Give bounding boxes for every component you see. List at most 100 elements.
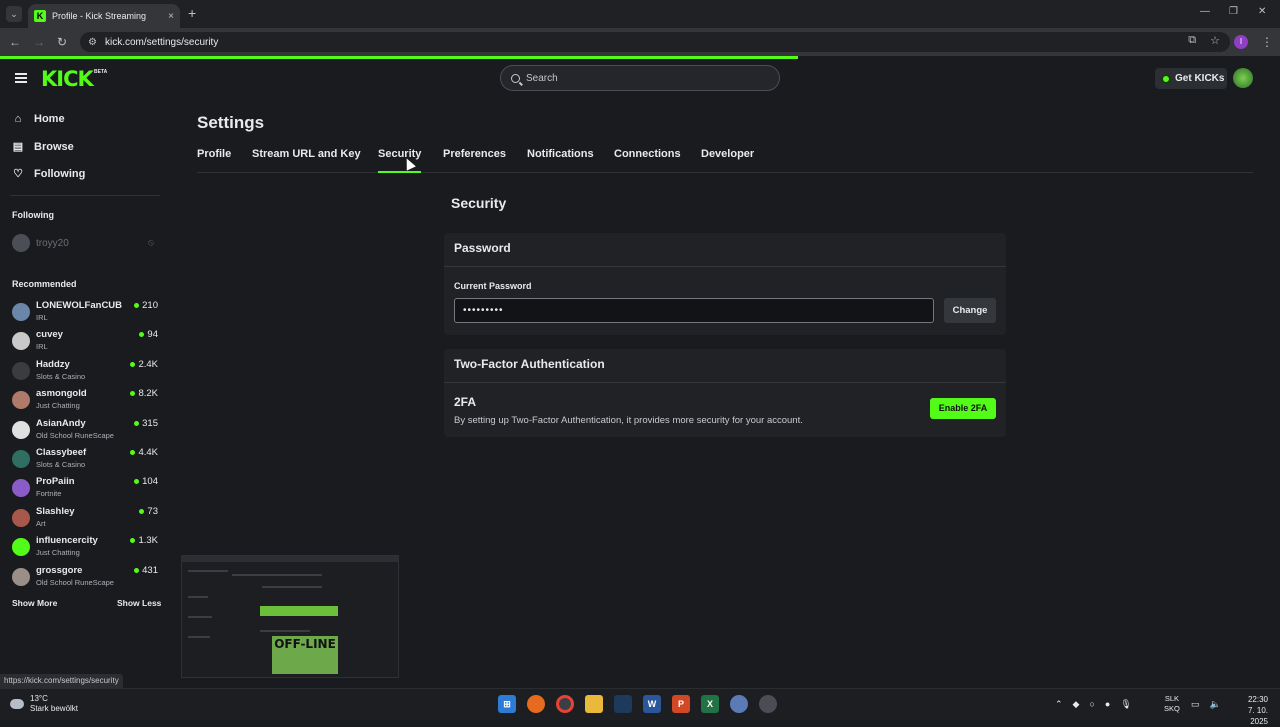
sidebar-item-browse[interactable]: ▤ Browse [12,140,74,154]
volume-icon[interactable]: 🔈 [1210,699,1221,710]
tab-notifications[interactable]: Notifications [527,148,594,173]
tab-security[interactable]: Security [378,148,422,173]
preview-line [260,630,310,632]
tab-preferences[interactable]: Preferences [443,148,506,173]
sidebar: ⌂ Home ▤ Browse ♡ Following Following tr… [0,99,172,679]
tab-close-icon[interactable]: × [168,11,174,22]
change-password-button[interactable]: Change [944,298,996,323]
channel-category: Fortnite [36,489,62,499]
word-icon[interactable]: W [643,695,661,713]
browser-tab[interactable]: K Profile - Kick Streaming × [28,4,180,28]
browser-menu-icon[interactable]: ⋮ [1261,35,1273,49]
kick-logo[interactable]: KICK [41,67,94,91]
viewer-count: 4.4K [130,447,158,458]
recommended-channel[interactable]: Slashley Art 73 [12,506,160,534]
back-icon[interactable]: ← [9,34,21,50]
channel-name: Classybeef [36,447,87,458]
site-header: KICK BETA Search Get KICKs [0,59,1280,99]
channel-name: ProPaiin [36,476,75,488]
recommended-channel[interactable]: cuvey IRL 94 [12,329,160,357]
chrome-icon[interactable] [556,695,574,713]
powerpoint-icon[interactable]: P [672,695,690,713]
windows-taskbar: 13°C Stark bewölkt ⊞ W P X ⌃ ◆ ○ ● 🎙 SLK… [0,688,1280,726]
preview-line [188,570,228,572]
live-dot-icon [134,567,140,573]
show-more-button[interactable]: Show More [12,598,57,608]
avatar [12,391,30,410]
chevron-up-icon[interactable]: ⌃ [1055,699,1063,710]
current-password-field[interactable]: ••••••••• [454,298,934,323]
tray-app-icon[interactable]: ● [1105,699,1110,710]
new-tab-button[interactable]: + [188,6,196,20]
recommended-channel[interactable]: AsianAndy Old School RuneScape 315 [12,418,160,446]
viewer-count-value: 94 [147,329,158,341]
tab-search-icon[interactable]: ⌄ [6,6,22,22]
firefox-icon[interactable] [527,695,545,713]
steam-icon[interactable] [614,695,632,713]
translate-icon[interactable]: ⧉ [1188,34,1196,47]
live-dot-icon [130,391,136,397]
recommended-channel[interactable]: ProPaiin Fortnite 104 [12,476,160,504]
window-preview-thumbnail[interactable]: OFF-LINE [181,555,399,678]
sidebar-item-home[interactable]: ⌂ Home [12,113,65,125]
sidebar-item-following[interactable]: ♡ Following [12,167,85,181]
recommended-channel[interactable]: grossgore Old School RuneScape 431 [12,565,160,593]
restore-icon[interactable]: ❐ [1229,6,1238,17]
show-less-button[interactable]: Show Less [117,598,161,608]
start-icon[interactable]: ⊞ [498,695,516,713]
settings-tabs: Profile Stream URL and Key Security Pref… [197,148,1253,173]
two-factor-header: Two-Factor Authentication [444,349,1006,383]
recommended-channel[interactable]: Haddzy Slots & Casino 2.4K [12,359,160,387]
site-info-icon[interactable]: ⚙ [88,37,97,48]
clock[interactable]: 22:30 7. 10. 2025 [1236,694,1268,727]
omnibox[interactable]: ⚙ kick.com/settings/security ⧉ ☆ [80,32,1230,52]
browse-icon: ▤ [12,141,24,153]
preview-line [188,636,210,638]
viewer-count: 315 [134,418,158,429]
obs-icon[interactable] [759,695,777,713]
viewer-count-value: 73 [147,505,158,517]
weather-widget[interactable]: 13°C Stark bewölkt [10,694,78,714]
recommended-channel[interactable]: LONEWOLFanCUB IRL 210 [12,300,160,328]
following-channel[interactable]: troyy20 [12,234,69,252]
get-kicks-button[interactable]: Get KICKs [1155,68,1227,89]
hamburger-menu-icon[interactable] [15,73,27,83]
excel-icon[interactable]: X [701,695,719,713]
viewer-count: 1.3K [130,535,158,546]
network-icon[interactable]: ▭ [1191,699,1200,710]
tab-stream-url-and-key[interactable]: Stream URL and Key [252,148,361,173]
system-tray: ⌃ ◆ ○ ● 🎙 [1055,699,1132,710]
channel-name: Slashley [36,505,75,517]
tray-app-icon[interactable]: ◆ [1073,699,1080,710]
minimize-icon[interactable]: — [1200,6,1210,17]
live-dot-icon [139,508,145,514]
reload-icon[interactable]: ↻ [57,34,67,50]
recommended-channel[interactable]: influencercity Just Chatting 1.3K [12,535,160,563]
recommended-channel[interactable]: asmongold Just Chatting 8.2K [12,388,160,416]
tab-developer[interactable]: Developer [701,148,754,173]
forward-icon[interactable]: → [33,34,45,50]
enable-2fa-button[interactable]: Enable 2FA [930,398,996,419]
microphone-icon[interactable]: 🎙 [1120,699,1131,710]
tab-profile[interactable]: Profile [197,148,231,173]
language-indicator[interactable]: SLK SKQ [1164,694,1180,714]
bookmark-star-icon[interactable]: ☆ [1210,34,1220,47]
tray-app-icon[interactable]: ○ [1089,699,1094,710]
search-input[interactable]: Search [500,65,780,91]
preview-line [232,574,322,576]
tab-connections[interactable]: Connections [614,148,681,173]
page-title: Settings [197,113,265,132]
preview-banner [260,606,338,616]
channel-category: Old School RuneScape [36,577,114,587]
avatar [12,450,30,468]
channel-name: influencercity [36,535,98,547]
recommended-channel[interactable]: Classybeef Slots & Casino 4.4K [12,447,160,475]
file-explorer-icon[interactable] [585,695,603,713]
viewer-count-value: 8.2K [138,388,158,400]
user-avatar[interactable] [1233,68,1253,88]
app-icon[interactable] [730,695,748,713]
close-window-icon[interactable]: ✕ [1258,6,1266,17]
cloud-icon [10,699,24,709]
browser-profile-avatar[interactable]: I [1234,35,1248,49]
browser-tab-bar: ⌄ K Profile - Kick Streaming × + — ❐ ✕ [0,0,1280,28]
